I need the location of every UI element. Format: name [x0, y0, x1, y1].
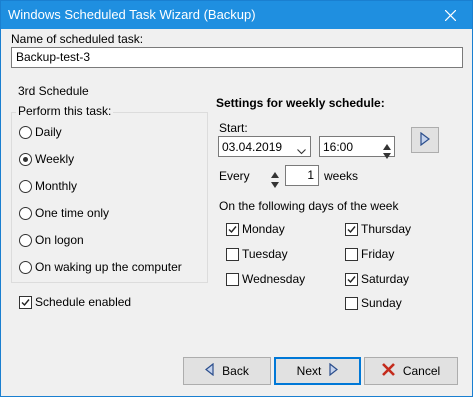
radio-weekly[interactable]: Weekly — [19, 152, 74, 166]
radio-on-logon-label: On logon — [35, 233, 84, 247]
checkbox-box — [345, 272, 358, 286]
checkbox-wednesday[interactable]: Wednesday — [226, 272, 305, 286]
radio-circle-selected — [19, 152, 32, 166]
saturday-label: Saturday — [361, 272, 410, 286]
task-name-input[interactable]: Backup-test-3 — [11, 47, 463, 68]
radio-weekly-label: Weekly — [35, 152, 75, 166]
perform-task-label: Perform this task: — [16, 104, 114, 118]
every-label: Every — [219, 169, 250, 183]
radio-circle — [19, 179, 32, 193]
cancel-x-icon — [381, 363, 395, 379]
weekly-settings-heading: Settings for weekly schedule: — [216, 96, 385, 110]
radio-circle — [19, 206, 32, 220]
wednesday-label: Wednesday — [242, 272, 306, 286]
weeks-label: weeks — [324, 169, 359, 183]
window-title: Windows Scheduled Task Wizard (Backup) — [8, 7, 256, 22]
checkbox-sunday[interactable]: Sunday — [345, 296, 402, 310]
spin-down-icon[interactable] — [271, 177, 279, 191]
radio-circle — [19, 233, 32, 247]
tuesday-label: Tuesday — [242, 247, 288, 261]
spin-down-icon[interactable] — [383, 148, 391, 162]
back-button[interactable]: Back — [183, 357, 271, 385]
checkbox-box — [226, 247, 239, 261]
radio-on-waking-label: On waking up the computer — [35, 260, 182, 274]
next-label: Next — [296, 364, 322, 378]
start-date-picker[interactable]: 03.04.2019 — [218, 136, 311, 157]
cancel-label: Cancel — [402, 364, 441, 378]
task-name-label: Name of scheduled task: — [11, 32, 144, 46]
days-of-week-label: On the following days of the week — [219, 199, 399, 213]
checkbox-box — [345, 296, 358, 310]
start-time-picker[interactable]: 16:00 — [319, 136, 395, 159]
radio-circle — [19, 260, 32, 274]
start-date-value: 03.04.2019 — [222, 140, 283, 154]
chevron-down-icon[interactable] — [297, 144, 306, 158]
close-icon[interactable] — [428, 1, 472, 29]
checkbox-monday[interactable]: Monday — [226, 222, 285, 236]
radio-monthly[interactable]: Monthly — [19, 179, 77, 193]
checkbox-tuesday[interactable]: Tuesday — [226, 247, 288, 261]
radio-daily-label: Daily — [35, 125, 62, 139]
next-button[interactable]: Next — [274, 357, 361, 385]
arrow-right-icon — [329, 362, 339, 379]
arrow-left-icon — [205, 362, 214, 379]
thursday-label: Thursday — [361, 222, 412, 236]
next-period-button[interactable] — [411, 127, 439, 153]
wizard-window: Windows Scheduled Task Wizard (Backup) N… — [0, 0, 473, 397]
checkbox-box — [226, 272, 239, 286]
radio-daily[interactable]: Daily — [19, 125, 62, 139]
sunday-label: Sunday — [361, 296, 402, 310]
radio-monthly-label: Monthly — [35, 179, 78, 193]
start-time-value: 16:00 — [323, 140, 354, 154]
checkbox-thursday[interactable]: Thursday — [345, 222, 411, 236]
radio-circle — [19, 125, 32, 139]
every-weeks-input[interactable]: 1 — [285, 165, 319, 186]
start-label: Start: — [219, 121, 248, 135]
checkbox-box — [19, 295, 32, 309]
cancel-button[interactable]: Cancel — [364, 357, 458, 385]
radio-on-logon[interactable]: On logon — [19, 233, 84, 247]
radio-on-waking[interactable]: On waking up the computer — [19, 260, 182, 274]
title-bar: Windows Scheduled Task Wizard (Backup) — [1, 1, 472, 29]
radio-one-time[interactable]: One time only — [19, 206, 109, 220]
schedule-heading: 3rd Schedule — [18, 84, 89, 98]
checkbox-box — [345, 247, 358, 261]
radio-one-time-label: One time only — [35, 206, 110, 220]
checkbox-saturday[interactable]: Saturday — [345, 272, 409, 286]
back-label: Back — [222, 364, 249, 378]
friday-label: Friday — [361, 247, 395, 261]
checkbox-box — [345, 222, 358, 236]
schedule-enabled-label: Schedule enabled — [35, 295, 132, 309]
monday-label: Monday — [242, 222, 285, 236]
checkbox-friday[interactable]: Friday — [345, 247, 394, 261]
schedule-enabled-checkbox[interactable]: Schedule enabled — [19, 295, 131, 309]
arrow-right-icon — [420, 131, 430, 149]
checkbox-box — [226, 222, 239, 236]
